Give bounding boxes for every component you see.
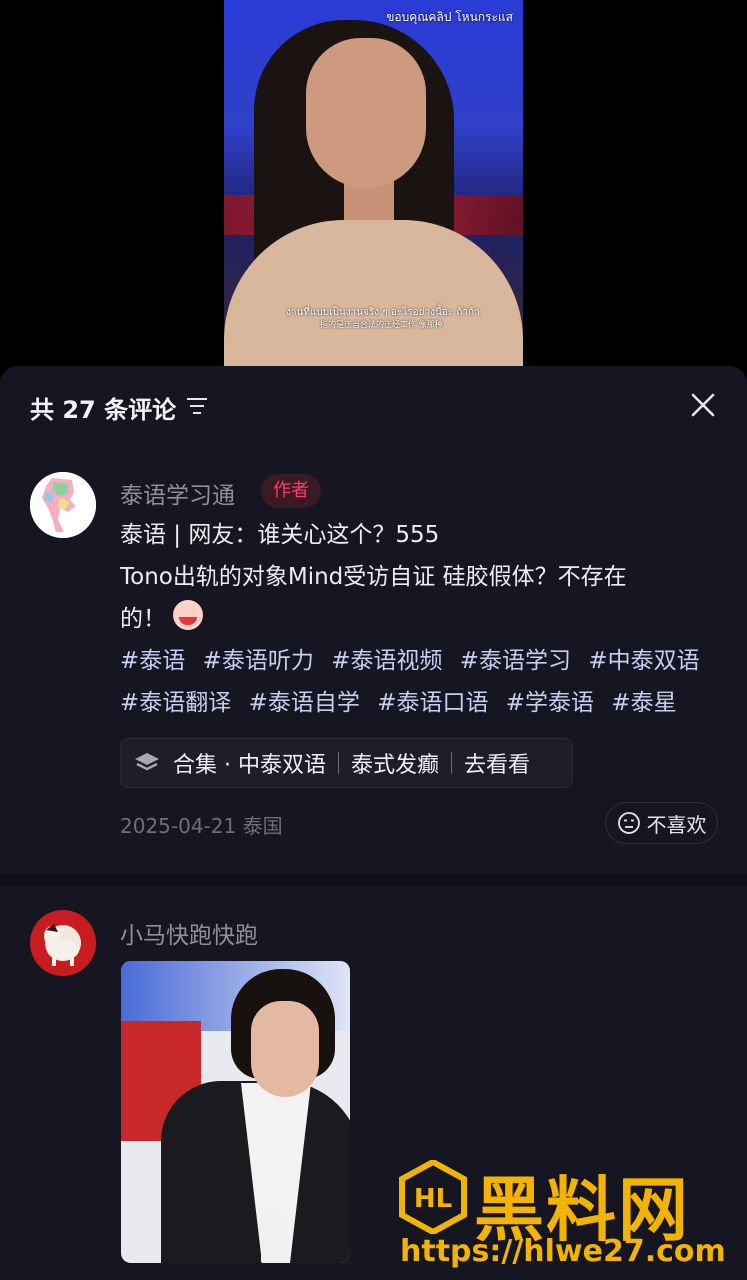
- layers-icon: [135, 753, 159, 771]
- author-badge: 作者: [261, 474, 321, 508]
- avatar[interactable]: [30, 910, 96, 976]
- close-x-icon[interactable]: [686, 388, 720, 422]
- comment-item: 泰语学习通 作者 泰语 | 网友：谁关心这个？555 Tono出轨的对象Mind…: [0, 448, 747, 874]
- video-player[interactable]: ขอบคุณคลิป โหนกระแส งานที่แบบเป็นงานจริง…: [224, 0, 523, 366]
- hashtag-list: #泰语 #泰语听力 #泰语视频 #泰语学习 #中泰双语 #泰语翻译 #泰语自学 …: [120, 640, 730, 724]
- video-watermark: ขอบคุณคลิป โหนกระแส: [386, 10, 513, 24]
- image-bottle: [261, 1211, 283, 1263]
- site-url: https://hlwe27.com: [400, 1234, 726, 1269]
- collection-label: 合集 · 中泰双语: [173, 753, 326, 778]
- hashtag-link[interactable]: #泰星: [611, 690, 676, 716]
- dislike-label: 不喜欢: [646, 812, 707, 837]
- comment-divider: [0, 874, 747, 886]
- hashtag-link[interactable]: #泰语学习: [460, 648, 571, 674]
- comment-count-title: 共 27 条评论: [30, 396, 177, 424]
- comment-username[interactable]: 小马快跑快跑: [120, 916, 258, 950]
- image-person-face: [251, 1001, 319, 1097]
- hashtag-link[interactable]: #泰语自学: [249, 690, 360, 716]
- collection-chip[interactable]: 合集 · 中泰双语 泰式发癫 去看看: [120, 738, 573, 788]
- hashtag-link[interactable]: #泰语口语: [377, 690, 488, 716]
- comment-text-line: 的！: [120, 598, 720, 640]
- comment-image[interactable]: [121, 961, 350, 1263]
- dislike-button[interactable]: 不喜欢: [605, 802, 718, 844]
- comment-text: 泰语 | 网友：谁关心这个？555 Tono出轨的对象Mind受访自证 硅胶假体…: [120, 514, 720, 640]
- hashtag-link[interactable]: #泰语听力: [203, 648, 314, 674]
- site-watermark: HL 黑料网 https://hlwe27.com: [398, 1158, 738, 1272]
- hashtag-link[interactable]: #泰语: [120, 648, 185, 674]
- comment-username[interactable]: 泰语学习通: [120, 476, 235, 510]
- chip-divider: [337, 752, 339, 774]
- hl-logo-icon: HL: [399, 1160, 467, 1234]
- collection-go-link[interactable]: 去看看: [464, 747, 530, 779]
- avatar[interactable]: [30, 472, 96, 538]
- video-subtitle-thai: งานที่แบบเป็นงานจริง ๆ อะไรอย่างนี้อะ ถ้…: [286, 307, 480, 318]
- comment-text-line: Tono出轨的对象Mind受访自证 硅胶假体？不存在: [120, 564, 627, 590]
- video-subject-face: [306, 38, 426, 188]
- comments-header: 共 27 条评论: [0, 366, 747, 448]
- thailand-map-avatar-icon: [30, 472, 96, 538]
- filter-lines-icon[interactable]: [186, 396, 208, 416]
- chip-divider: [451, 752, 452, 774]
- comment-text-line: 泰语 | 网友：谁关心这个？555: [120, 522, 440, 548]
- hashtag-link[interactable]: #中泰双语: [588, 648, 699, 674]
- hashtag-link[interactable]: #泰语视频: [331, 648, 442, 674]
- hashtag-link[interactable]: #学泰语: [506, 690, 594, 716]
- horse-avatar-icon: [44, 924, 79, 966]
- comment-date-location: 2025-04-21 泰国: [120, 814, 283, 838]
- comments-sheet: 共 27 条评论 泰语学习通 作者 泰语 | 网友：谁关心这个？555 Tono: [0, 366, 747, 1280]
- svg-text:HL: HL: [414, 1184, 452, 1214]
- crying-emoji-icon: [173, 600, 204, 630]
- collection-name: 泰式发癫: [350, 753, 439, 778]
- hashtag-link[interactable]: #泰语翻译: [120, 690, 231, 716]
- video-subtitle-chinese: 指的是正当合法的正经工作 像那种: [320, 320, 443, 329]
- neutral-face-icon: [617, 812, 640, 834]
